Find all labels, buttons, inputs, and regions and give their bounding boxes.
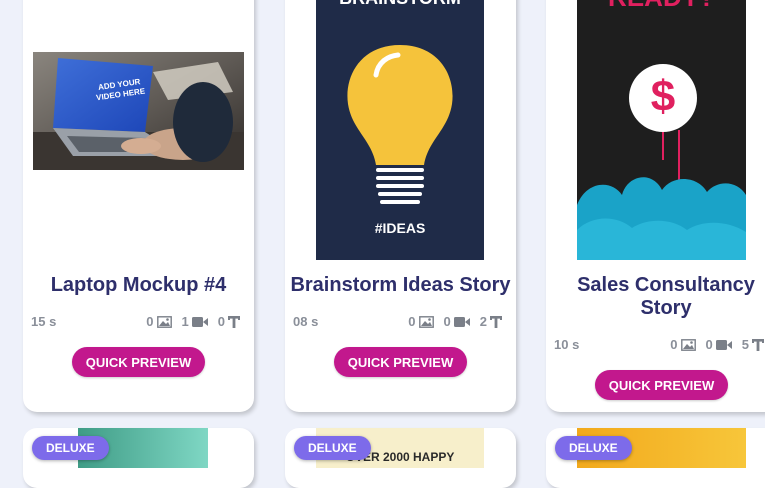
video-count: 0 xyxy=(705,337,713,352)
deluxe-badge: DELUXE xyxy=(555,436,632,460)
dollar-icon: $ xyxy=(650,72,676,121)
quick-preview-button[interactable]: QUICK PREVIEW xyxy=(595,370,728,400)
template-card-brainstorm-ideas[interactable]: BRAINSTORM #IDEAS Brainstorm Ideas Story… xyxy=(285,0,516,412)
image-count: 0 xyxy=(670,337,678,352)
text-icon xyxy=(752,338,764,351)
duration: 15 s xyxy=(31,314,57,329)
thumbnail-tag: #IDEAS xyxy=(374,220,426,236)
image-count: 0 xyxy=(146,314,154,329)
card-meta: 15 s 0 1 0 xyxy=(23,314,254,332)
text-icon xyxy=(228,315,240,328)
quick-preview-button[interactable]: QUICK PREVIEW xyxy=(72,347,205,377)
template-card-next-2[interactable]: OVER 2000 HAPPY DELUXE xyxy=(285,428,516,488)
template-card-laptop-mockup[interactable]: ADD YOUR VIDEO HERE Laptop Mockup #4 15 … xyxy=(23,0,254,412)
video-count: 1 xyxy=(181,314,189,329)
text-count: 2 xyxy=(479,314,487,329)
text-count: 5 xyxy=(741,337,749,352)
duration: 10 s xyxy=(554,337,580,352)
template-card-next-3[interactable]: DELUXE xyxy=(546,428,765,488)
template-thumbnail[interactable]: $ READY? xyxy=(577,0,746,260)
template-card-sales-consultancy[interactable]: $ READY? Sales Consultancy Story 10 s 0 … xyxy=(546,0,765,412)
video-camera-icon xyxy=(453,316,470,327)
deluxe-badge: DELUXE xyxy=(294,436,371,460)
video-camera-icon xyxy=(191,316,208,327)
card-title: Sales Consultancy Story xyxy=(577,274,755,319)
video-camera-icon xyxy=(715,339,732,350)
duration: 08 s xyxy=(293,314,319,329)
deluxe-badge: DELUXE xyxy=(32,436,109,460)
card-meta: 08 s 0 0 2 xyxy=(285,314,516,332)
text-count: 0 xyxy=(217,314,225,329)
template-thumbnail[interactable]: ADD YOUR VIDEO HERE xyxy=(33,52,244,170)
card-meta: 10 s 0 0 5 xyxy=(546,337,765,355)
image-icon xyxy=(156,315,172,328)
image-icon xyxy=(418,315,434,328)
image-icon xyxy=(680,338,696,351)
template-card-next-1[interactable]: DELUXE xyxy=(23,428,254,488)
image-count: 0 xyxy=(408,314,416,329)
thumbnail-heading: BRAINSTORM xyxy=(316,0,484,9)
template-thumbnail[interactable]: BRAINSTORM #IDEAS xyxy=(316,0,484,260)
card-title: Brainstorm Ideas Story xyxy=(290,274,511,296)
text-icon xyxy=(490,315,502,328)
thumbnail-heading: READY? xyxy=(577,0,746,13)
quick-preview-button[interactable]: QUICK PREVIEW xyxy=(334,347,467,377)
card-title: Laptop Mockup #4 xyxy=(50,274,227,296)
video-count: 0 xyxy=(443,314,451,329)
